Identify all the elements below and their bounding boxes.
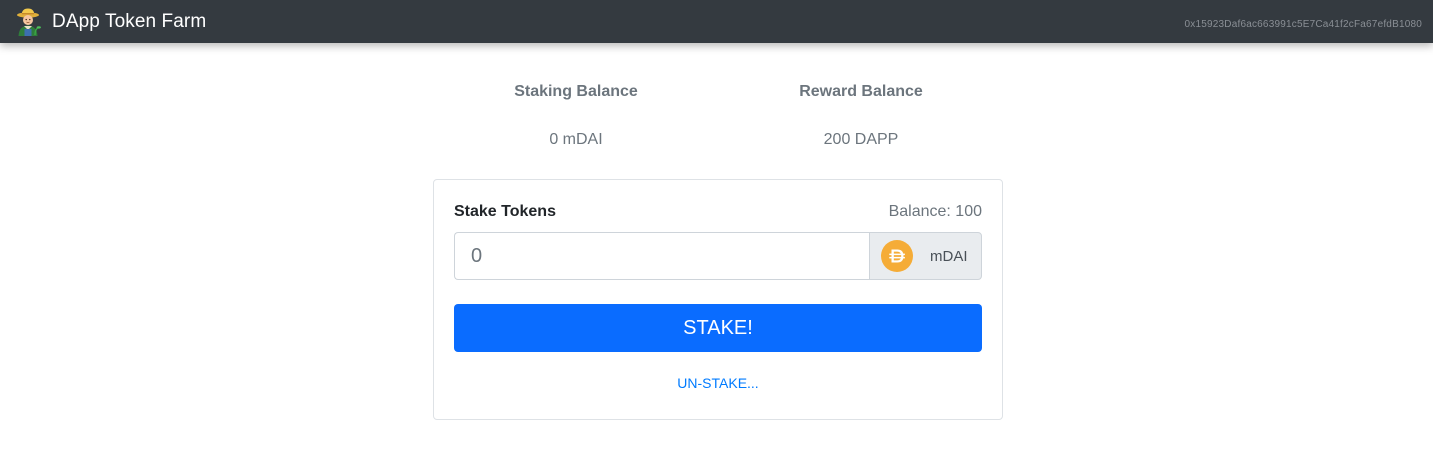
app-title: DApp Token Farm	[52, 10, 207, 32]
token-addon: mDAI	[869, 232, 982, 280]
unstake-link[interactable]: UN-STAKE...	[434, 375, 1002, 391]
reward-balance-label: Reward Balance	[799, 83, 923, 100]
brand[interactable]: DApp Token Farm	[13, 7, 206, 37]
token-symbol: mDAI	[930, 247, 968, 265]
staking-balance-label: Staking Balance	[514, 83, 638, 100]
stake-button[interactable]: STAKE!	[454, 304, 982, 352]
stake-tokens-title: Stake Tokens	[454, 203, 556, 220]
wallet-balance: Balance: 100	[888, 203, 982, 220]
reward-balance-value: 200 DAPP	[823, 131, 899, 148]
staking-balance-value: 0 mDAI	[549, 131, 603, 148]
reward-balance: Reward Balance 200 DAPP	[711, 80, 1011, 152]
stake-card: Stake Tokens Balance: 100 mDAI STAKE! UN…	[433, 179, 1003, 420]
stake-amount-input[interactable]	[454, 232, 869, 280]
dai-coin-icon	[881, 240, 913, 272]
farmer-icon	[13, 7, 43, 37]
stake-amount-group: mDAI	[454, 232, 982, 280]
account-address: 0x15923Daf6ac663991c5E7Ca41f2cFa67efdB10…	[1184, 19, 1422, 30]
staking-balance: Staking Balance 0 mDAI	[426, 80, 726, 152]
top-navbar: DApp Token Farm 0x15923Daf6ac663991c5E7C…	[0, 0, 1433, 43]
